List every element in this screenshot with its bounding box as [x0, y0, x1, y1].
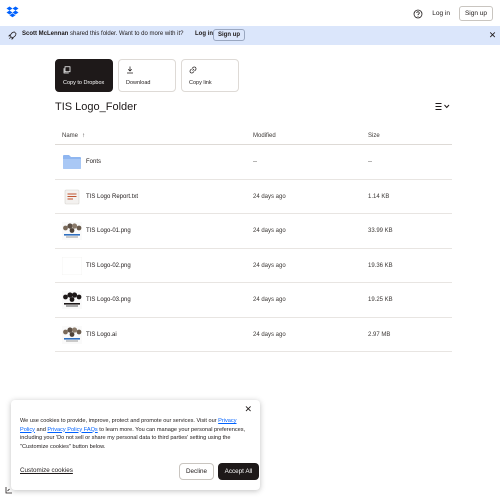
cookie-text-2: and	[34, 426, 48, 433]
file-size: 33.99 KB	[368, 228, 393, 234]
table-row[interactable]: TIS Logo Report.txt 24 days ago 1.14 KB	[55, 180, 452, 214]
table-row[interactable]: TIS Logo-03.png 24 days ago 19.25 KB	[55, 283, 452, 318]
file-modified: 24 days ago	[253, 193, 286, 200]
cookie-dialog: ✕ We use cookies to provide, improve, pr…	[11, 400, 260, 490]
file-size: 19.36 KB	[368, 262, 393, 269]
file-modified: 24 days ago	[253, 228, 286, 234]
download-button[interactable]: Download	[118, 59, 176, 92]
text-file-icon	[64, 189, 80, 204]
accept-all-button[interactable]: Accept All	[218, 463, 259, 480]
file-name[interactable]: TIS Logo-02.png	[86, 263, 131, 269]
file-size: 2.97 MB	[368, 331, 391, 338]
file-size: --	[368, 159, 372, 165]
feedback-icon[interactable]	[5, 486, 13, 494]
table-row[interactable]: TIS Logo-01.png 24 days ago 33.99 KB	[55, 214, 452, 249]
table-row[interactable]: Fonts -- --	[55, 145, 452, 180]
file-size: 19.25 KB	[368, 297, 393, 303]
login-link[interactable]: Log in	[429, 7, 453, 20]
table-header: Name ↑ Modified Size	[55, 127, 452, 145]
file-size: 1.14 KB	[368, 193, 390, 200]
copy-to-dropbox-label: Copy to Dropbox	[63, 80, 105, 86]
file-modified: 24 days ago	[253, 262, 286, 269]
image-thumbnail-icon	[62, 291, 82, 309]
banner-message: Scott McLennan shared this folder. Want …	[22, 31, 184, 37]
cookie-message: We use cookies to provide, improve, prot…	[20, 417, 246, 451]
file-name[interactable]: TIS Logo-01.png	[86, 228, 131, 234]
file-table: Name ↑ Modified Size Fonts -- -- TIS Logo…	[55, 127, 452, 352]
cookie-text-1: We use cookies to provide, improve, prot…	[20, 418, 219, 424]
banner-message-text: shared this folder. Want to do more with…	[68, 31, 184, 37]
table-row[interactable]: TIS Logo.ai 24 days ago 2.97 MB	[55, 318, 452, 352]
close-icon[interactable]: ✕	[244, 405, 252, 414]
customize-cookies-link[interactable]: Customize cookies	[20, 467, 73, 474]
top-bar: Log in Sign up	[0, 0, 500, 26]
file-modified: --	[253, 159, 257, 165]
rocket-icon	[8, 31, 17, 40]
download-label: Download	[126, 80, 151, 86]
file-name[interactable]: TIS Logo.ai	[86, 332, 117, 338]
shared-folder-banner: Scott McLennan shared this folder. Want …	[0, 26, 500, 45]
help-circle-icon[interactable]	[413, 9, 423, 19]
copy-link-button[interactable]: Copy link	[181, 59, 239, 92]
copy-to-dropbox-button[interactable]: Copy to Dropbox	[55, 59, 113, 92]
file-name[interactable]: Fonts	[86, 159, 101, 165]
dropbox-logo-icon[interactable]	[6, 6, 19, 18]
sharer-name: Scott McLennan	[22, 31, 69, 37]
close-icon[interactable]: ✕	[488, 30, 497, 40]
column-header-name[interactable]: Name ↑	[62, 133, 85, 139]
column-name-label: Name	[62, 133, 79, 139]
table-row[interactable]: TIS Logo-02.png 24 days ago 19.36 KB	[55, 249, 452, 283]
copy-link-label: Copy link	[189, 80, 212, 86]
folder-title: TIS Logo_Folder	[55, 101, 137, 113]
copy-icon	[63, 66, 71, 74]
file-name[interactable]: TIS Logo-03.png	[86, 297, 131, 303]
banner-login-link[interactable]: Log in	[193, 30, 215, 38]
folder-icon	[63, 155, 81, 169]
sort-arrow-up-icon: ↑	[82, 133, 86, 139]
link-icon	[189, 66, 197, 74]
list-view-icon[interactable]	[435, 102, 451, 111]
privacy-faqs-link[interactable]: Privacy Policy FAQs	[47, 427, 97, 433]
file-modified: 24 days ago	[253, 331, 286, 338]
image-thumbnail-icon	[62, 222, 82, 240]
download-icon	[127, 66, 133, 74]
banner-signup-button[interactable]: Sign up	[213, 29, 245, 41]
image-thumbnail-icon	[62, 256, 82, 275]
column-header-modified[interactable]: Modified	[253, 133, 276, 139]
file-modified: 24 days ago	[253, 297, 286, 303]
file-name[interactable]: TIS Logo Report.txt	[86, 194, 138, 200]
signup-button[interactable]: Sign up	[458, 6, 493, 21]
image-thumbnail-icon	[62, 325, 82, 344]
column-header-size[interactable]: Size	[368, 133, 380, 139]
decline-button[interactable]: Decline	[179, 463, 214, 480]
